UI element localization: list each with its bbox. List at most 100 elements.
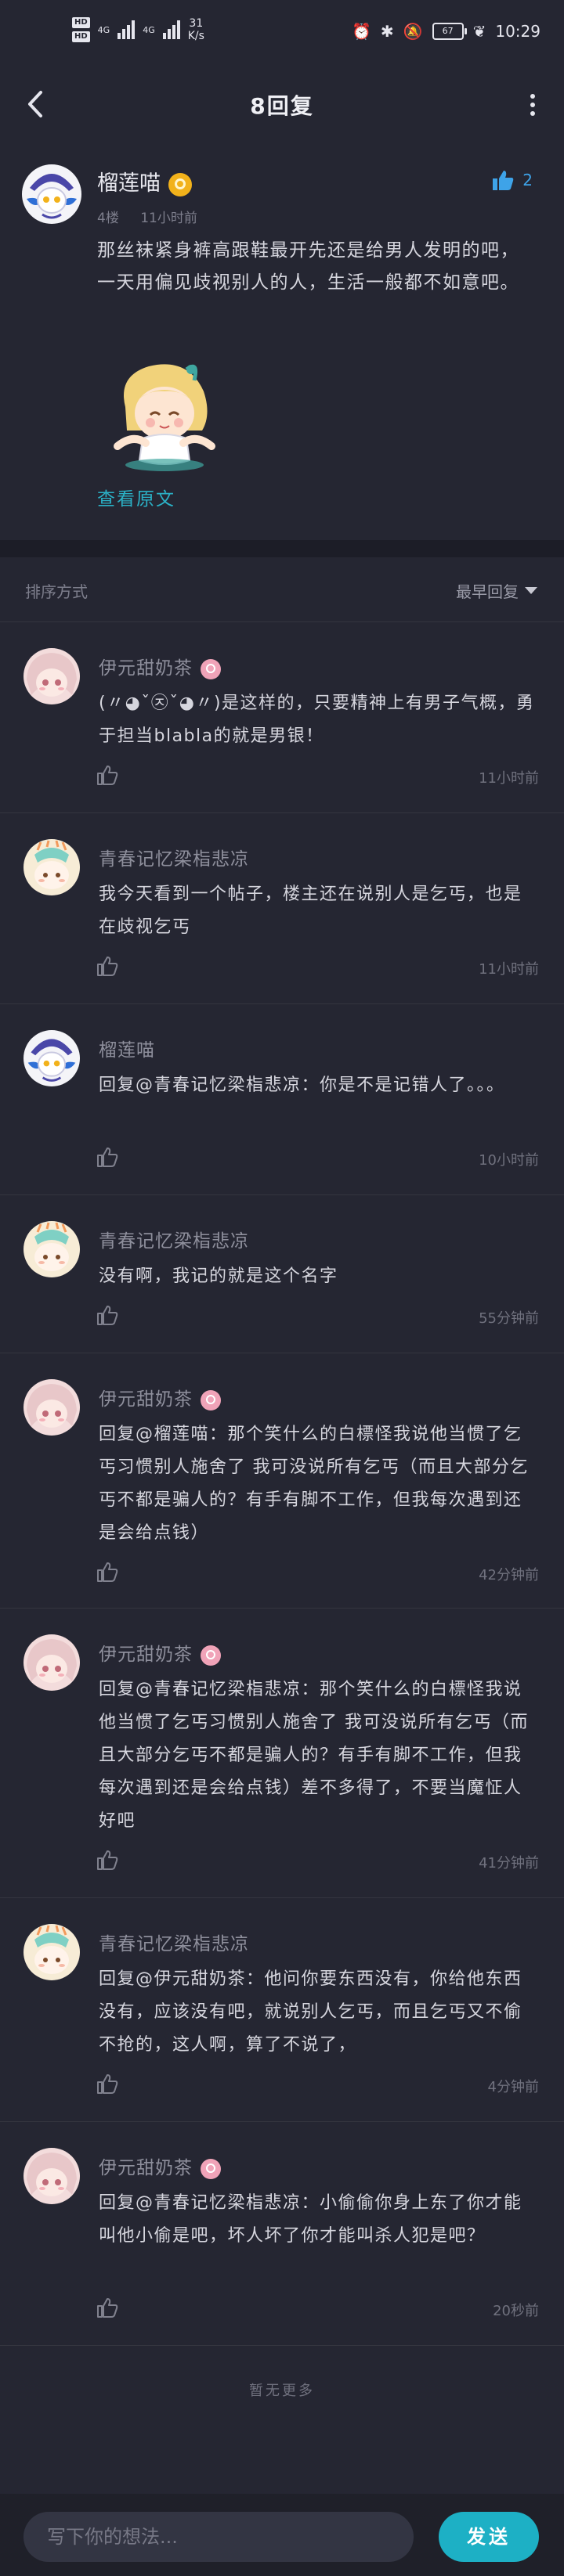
reply-time: 10小时前 [479,1152,539,1169]
net-speed: 31 K/s [188,17,204,42]
member-badge-icon [201,658,221,679]
avatar[interactable] [24,1379,80,1436]
bluetooth-icon: ✱ [380,22,394,41]
avatar-image [24,1379,80,1436]
thumbs-up-icon [97,2074,118,2094]
reply-author[interactable]: 伊元甜奶茶 [99,1384,221,1410]
reply-like-button[interactable] [96,1561,119,1584]
avatar[interactable] [24,1924,80,1980]
sort-dropdown[interactable]: 最早回复 [456,579,537,602]
status-right: ⏰ ✱ 🔕 67 ❦ 10:29 [352,22,540,41]
avatar-image [22,164,81,224]
avatar-image [24,1221,80,1277]
reply-like-button[interactable] [96,955,119,978]
post-like-count: 2 [522,171,533,189]
leaf-icon: ❦ [472,22,486,41]
reply-item[interactable]: 伊元甜奶茶 回复@榴莲喵：那个笑什么的白標怪我说他当惯了乞丐习惯别人施舍了 我可没… [0,1353,564,1609]
signal-icon-2 [162,20,180,39]
reply-author-name[interactable]: 伊元甜奶茶 [99,658,193,679]
reply-time: 11小时前 [479,770,539,787]
composer-bar: 发送 [0,2494,564,2576]
reply-author-name[interactable]: 伊元甜奶茶 [99,2158,193,2178]
alarm-icon: ⏰ [352,22,371,41]
avatar-image [24,1030,80,1086]
reply-content: 回复@青春记忆梁栺悲凉：那个笑什么的白標怪我说他当惯了乞丐习惯别人施舍了 我可没… [99,1680,529,1831]
vip-badge-icon [168,172,192,196]
reply-author[interactable]: 伊元甜奶茶 [99,2153,221,2179]
reply-item[interactable]: 青春记忆梁栺悲凉我今天看到一个帖子，楼主还在说别人是乞丐，也是在歧视乞丐 11小时… [0,812,564,1004]
avatar[interactable] [24,839,80,895]
send-button[interactable]: 发送 [439,2512,539,2562]
reply-like-button[interactable] [96,1146,119,1169]
avatar[interactable] [24,2148,80,2204]
reply-content: 我今天看到一个帖子，楼主还在说别人是乞丐，也是在歧视乞丐 [99,884,522,937]
reply-item[interactable]: 伊元甜奶茶 (〃◕ˇ㉨ˇ◕〃)是这样的，只要精神上有男子气概，勇于担当blabla… [0,621,564,813]
reply-author-name[interactable]: 青春记忆梁栺悲凉 [99,849,249,870]
reply-author-name[interactable]: 伊元甜奶茶 [99,1389,193,1410]
reply-author[interactable]: 榴莲喵 [99,1035,155,1061]
thumbs-up-icon [97,1562,118,1582]
more-menu-button[interactable] [526,89,539,121]
post-author-name[interactable]: 榴莲喵 [97,171,161,196]
reply-author[interactable]: 伊元甜奶茶 [99,653,221,679]
thumbs-up-icon [97,2298,118,2318]
avatar[interactable] [22,164,81,224]
thumbs-up-icon [97,957,118,976]
no-more-label: 暂无更多 [249,2383,315,2399]
reply-time: 55分钟前 [479,1310,539,1327]
reply-like-button[interactable] [96,764,119,787]
thumbs-up-icon [97,1850,118,1870]
reply-like-button[interactable] [96,2297,119,2320]
reply-author-name[interactable]: 青春记忆梁栺悲凉 [99,1934,249,1955]
mute-icon: 🔕 [403,22,423,41]
net-speed-unit: K/s [187,30,204,42]
avatar[interactable] [24,648,80,704]
avatar[interactable] [24,1030,80,1086]
view-original-link[interactable]: 查看原文 [97,484,175,510]
sticker-image[interactable] [102,352,227,477]
hd-indicator-1: HD [72,17,90,28]
thumbs-up-icon [97,1306,118,1325]
reply-item[interactable]: 榴莲喵回复@青春记忆梁栺悲凉：你是不是记错人了。。。 10小时前 [0,1003,564,1195]
reply-item[interactable]: 伊元甜奶茶回复@青春记忆梁栺悲凉：小偷偷你身上东了你才能叫他小偷是吧，坏人坏了你… [0,2121,564,2346]
avatar-image [24,648,80,704]
reply-item[interactable]: 青春记忆梁栺悲凉没有啊，我记的就是这个名字 55分钟前 [0,1194,564,1353]
reply-time: 42分钟前 [479,1567,539,1583]
reply-author[interactable]: 青春记忆梁栺悲凉 [99,1226,249,1252]
avatar[interactable] [24,1634,80,1691]
sort-value[interactable]: 最早回复 [456,579,519,602]
reply-content: 没有啊，我记的就是这个名字 [99,1266,338,1286]
reply-like-button[interactable] [96,2073,119,2096]
hd-indicator-2: HD [72,31,90,42]
post-time: 11小时前 [140,211,197,226]
reply-author-name[interactable]: 伊元甜奶茶 [99,1645,193,1665]
reply-item[interactable]: 伊元甜奶茶回复@青春记忆梁栺悲凉：那个笑什么的白標怪我说他当惯了乞丐习惯别人施舍… [0,1608,564,1898]
reply-author-name[interactable]: 青春记忆梁栺悲凉 [99,1231,249,1252]
sort-bar: 排序方式 最早回复 [0,557,564,622]
reply-time: 11小时前 [479,961,539,978]
reply-author[interactable]: 青春记忆梁栺悲凉 [99,844,249,870]
reply-author[interactable]: 伊元甜奶茶 [99,1639,221,1666]
avatar[interactable] [24,1221,80,1277]
comment-input[interactable] [24,2512,414,2562]
avatar-image [24,2148,80,2204]
post-floor: 4楼 [97,211,119,226]
reply-author[interactable]: 青春记忆梁栺悲凉 [99,1929,249,1955]
top-nav: 8回复 [0,67,564,142]
reply-content: 回复@青春记忆梁栺悲凉：你是不是记错人了。。。 [99,1075,505,1095]
reply-author-name[interactable]: 榴莲喵 [99,1040,155,1061]
thumbs-up-icon [97,1147,118,1167]
reply-item[interactable]: 青春记忆梁栺悲凉 回复@伊元甜奶茶：他问你要东西没有，你给他东西没有，应该没有吧，… [0,1897,564,2122]
reply-time: 41分钟前 [479,1855,539,1872]
member-badge-icon [201,2158,221,2179]
reply-like-button[interactable] [96,1304,119,1328]
sort-label: 排序方式 [25,582,88,601]
post-author[interactable]: 榴莲喵 [97,166,192,196]
post-like-button[interactable]: 2 [491,169,533,191]
reply-like-button[interactable] [96,1849,119,1872]
network-type-2: 4G [143,24,155,35]
caret-down-icon [525,587,537,594]
reply-time: 4分钟前 [487,2079,539,2095]
reply-content: 回复@青春记忆梁栺悲凉：小偷偷你身上东了你才能叫他小偷是吧，坏人坏了你才能叫杀人… [99,2193,522,2246]
avatar-image [24,839,80,895]
